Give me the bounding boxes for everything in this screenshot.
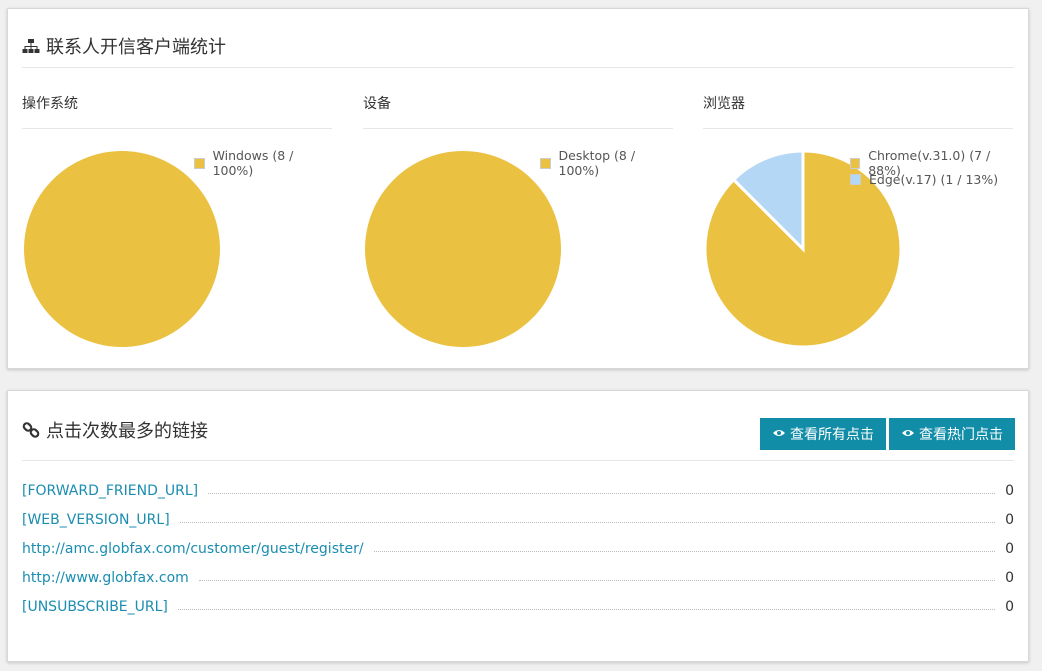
browser-section: 浏览器 Chrome(v.31.0) (7 / 88%) Edge(v.17) (… [703,93,1013,363]
view-all-clicks-button[interactable]: 查看所有点击 [760,418,886,450]
os-legend: Windows (8 / 100%) [194,148,332,178]
link-row: [UNSUBSCRIBE_URL] 0 [22,593,1014,615]
sitemap-icon [22,39,40,53]
os-pie-chart [24,151,220,347]
browser-legend: Chrome(v.31.0) (7 / 88%) Edge(v.17) (1 / … [850,148,1013,187]
click-count: 0 [1005,599,1014,615]
legend-swatch [850,173,861,185]
dotted-leader [208,493,996,494]
link-url[interactable]: [WEB_VERSION_URL] [22,512,170,528]
legend-swatch [850,157,861,169]
legend-item: Chrome(v.31.0) (7 / 88%) [850,148,1013,178]
top-links-title: 点击次数最多的链接 [22,417,208,443]
device-pie-chart [365,151,561,347]
link-url[interactable]: [UNSUBSCRIBE_URL] [22,599,168,615]
link-row: http://amc.globfax.com/customer/guest/re… [22,535,1014,557]
pie-slice-windows [24,151,220,347]
top-links-title-text: 点击次数最多的链接 [46,421,208,442]
section-divider [363,128,673,129]
legend-item: Edge(v.17) (1 / 13%) [850,171,1013,187]
device-section-title: 设备 [363,96,391,112]
click-count: 0 [1005,483,1014,499]
os-section: 操作系统 Windows (8 / 100%) [22,93,332,363]
dotted-leader [373,551,996,552]
dotted-leader [179,522,996,523]
link-url[interactable]: http://www.globfax.com [22,570,189,586]
section-divider [22,128,332,129]
view-top-clicks-label: 查看热门点击 [919,427,1003,443]
click-count: 0 [1005,512,1014,528]
device-section: 设备 Desktop (8 / 100%) [363,93,673,363]
link-url[interactable]: http://amc.globfax.com/customer/guest/re… [22,541,364,557]
dotted-leader [177,609,996,610]
link-row: [FORWARD_FRIEND_URL] 0 [22,477,1014,499]
eye-icon [901,426,915,442]
link-row: http://www.globfax.com 0 [22,564,1014,586]
client-stats-panel: 联系人开信客户端统计 操作系统 Windows (8 / 100%) 设备 De… [7,8,1029,369]
link-url[interactable]: [FORWARD_FRIEND_URL] [22,483,198,499]
view-top-clicks-button[interactable]: 查看热门点击 [889,418,1015,450]
legend-item: Windows (8 / 100%) [194,148,332,178]
legend-item: Desktop (8 / 100%) [540,148,673,178]
legend-swatch [540,157,551,169]
click-count: 0 [1005,570,1014,586]
legend-swatch [194,157,205,169]
browser-section-title: 浏览器 [703,96,745,112]
legend-label: Desktop (8 / 100%) [558,148,636,178]
legend-label: Edge(v.17) (1 / 13%) [869,171,999,187]
legend-label: Windows (8 / 100%) [212,148,294,178]
link-row: [WEB_VERSION_URL] 0 [22,506,1014,528]
client-stats-title-text: 联系人开信客户端统计 [46,37,226,58]
os-section-title: 操作系统 [22,96,78,112]
device-legend: Desktop (8 / 100%) [540,148,673,178]
view-all-clicks-label: 查看所有点击 [790,427,874,443]
top-links-panel: 点击次数最多的链接 查看所有点击 查看热门点击 [FORWARD_FRIEND_… [7,390,1029,662]
section-divider [703,128,1013,129]
title-divider [22,460,1014,461]
link-icon [22,422,40,438]
click-count: 0 [1005,541,1014,557]
title-divider [22,67,1014,68]
client-stats-title: 联系人开信客户端统计 [22,33,226,59]
dotted-leader [198,580,996,581]
pie-slice-desktop [365,151,561,347]
eye-icon [772,426,786,442]
